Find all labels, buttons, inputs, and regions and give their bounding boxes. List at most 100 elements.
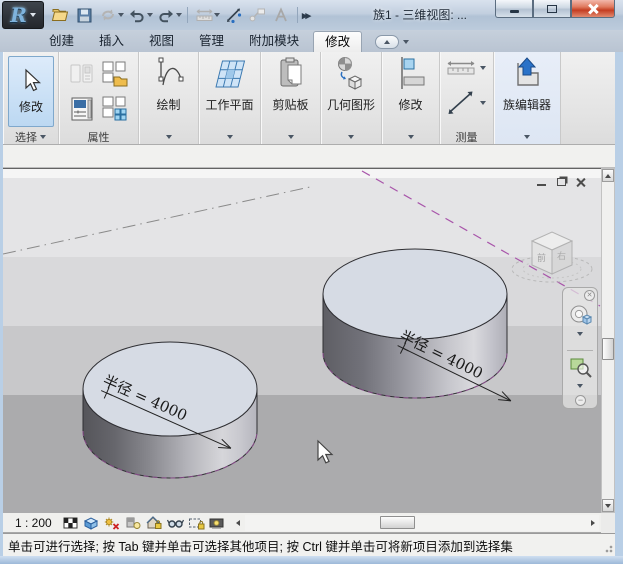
workplane-grid-icon xyxy=(211,55,249,93)
family-types-button[interactable] xyxy=(67,57,97,90)
save-button[interactable] xyxy=(72,5,96,25)
undo-dropdown-icon[interactable] xyxy=(147,13,153,17)
chevron-left-icon xyxy=(236,520,240,526)
horizontal-scroll-thumb[interactable] xyxy=(380,516,415,529)
chevron-down-icon xyxy=(524,135,530,139)
navbar-close-button[interactable]: ✕ xyxy=(584,290,595,301)
scroll-right-button[interactable] xyxy=(586,515,599,531)
modify-tool-label: 修改 xyxy=(19,98,43,115)
scroll-up-button[interactable] xyxy=(602,169,614,182)
modify-panel-expander[interactable] xyxy=(382,129,439,144)
vertical-scroll-thumb[interactable] xyxy=(602,338,614,360)
workplane-panel-expander[interactable] xyxy=(199,129,260,144)
visual-style-button[interactable] xyxy=(83,515,100,531)
clipboard-panel-expander[interactable] xyxy=(261,129,320,144)
tab-addins[interactable]: 附加模块 xyxy=(238,31,310,52)
draw-panel-expander[interactable] xyxy=(139,129,198,144)
restore-icon xyxy=(557,178,566,186)
drawing-area[interactable]: 前 右 半径 = 4000 xyxy=(3,168,601,513)
properties-panel-label[interactable]: 属性 xyxy=(59,129,138,144)
ribbon-collapse-control xyxy=(375,31,409,52)
sun-path-button[interactable] xyxy=(104,515,121,531)
family-editor-panel-expander[interactable] xyxy=(494,129,560,144)
application-menu-button[interactable]: R xyxy=(2,1,44,29)
modify-align-button[interactable]: 修改 xyxy=(382,55,439,113)
measure-tool[interactable] xyxy=(446,90,486,116)
resize-grip[interactable] xyxy=(601,541,613,553)
visual-style-icon xyxy=(83,516,99,530)
sync-button[interactable] xyxy=(96,5,120,25)
close-button[interactable] xyxy=(571,0,615,18)
chevron-down-icon xyxy=(40,135,46,139)
geometry-button[interactable]: 几何图形 xyxy=(321,55,381,113)
dimension-dropdown-icon[interactable] xyxy=(214,13,220,17)
viewcube[interactable]: 前 右 xyxy=(512,232,592,282)
geometry-panel: 几何图形 xyxy=(321,52,382,144)
crop-lock-icon xyxy=(188,516,205,530)
chevron-up-icon xyxy=(605,174,611,178)
reference-line-gray[interactable] xyxy=(3,187,310,254)
view-minimize-button[interactable] xyxy=(534,175,548,188)
minimize-button[interactable] xyxy=(495,0,533,18)
open-button[interactable] xyxy=(48,5,72,25)
text-button[interactable] xyxy=(269,5,293,25)
window-controls xyxy=(495,0,615,18)
undo-button[interactable] xyxy=(125,5,149,25)
maximize-button[interactable] xyxy=(533,0,571,18)
steering-wheel-button[interactable] xyxy=(568,304,594,333)
maximize-icon xyxy=(547,5,557,13)
tab-view[interactable]: 视图 xyxy=(138,31,185,52)
chevron-down-icon xyxy=(480,101,486,105)
viewcube-right-label[interactable]: 右 xyxy=(557,250,566,261)
window-title: 族1 - 三维视图: ... xyxy=(330,6,510,23)
workplane-button[interactable]: 工作平面 xyxy=(199,55,260,113)
detail-level-button[interactable] xyxy=(62,515,79,531)
locked-3d-view-button[interactable] xyxy=(146,515,163,531)
zoom-dropdown-icon[interactable] xyxy=(577,384,583,388)
crop-region-button[interactable] xyxy=(188,515,205,531)
tab-insert[interactable]: 插入 xyxy=(88,31,135,52)
aligned-dimension-button[interactable] xyxy=(192,5,216,25)
aligned-dimension-tool[interactable] xyxy=(446,60,486,76)
redo-button[interactable] xyxy=(154,5,178,25)
qat-overflow-icon[interactable]: ▸▸ xyxy=(302,9,309,22)
type-properties-button[interactable] xyxy=(99,92,129,125)
family-category-button[interactable] xyxy=(99,57,129,90)
tab-manage[interactable]: 管理 xyxy=(188,31,235,52)
navbar-collapse-button[interactable]: − xyxy=(575,395,586,406)
wheel-dropdown-icon[interactable] xyxy=(577,332,583,336)
scroll-left-button[interactable] xyxy=(232,515,245,531)
horizontal-scrollbar[interactable] xyxy=(245,515,599,531)
modify-panel: 修改 xyxy=(382,52,440,144)
view-scale[interactable]: 1 : 200 xyxy=(15,516,52,530)
redo-dropdown-icon[interactable] xyxy=(176,13,182,17)
clipboard-button[interactable]: 剪贴板 xyxy=(261,55,320,113)
sync-dropdown-icon[interactable] xyxy=(118,13,124,17)
draw-button[interactable]: 绘制 xyxy=(139,55,198,113)
properties-palette-button[interactable] xyxy=(67,92,97,125)
reveal-hidden-elements-button[interactable] xyxy=(209,515,226,531)
mouse-cursor xyxy=(318,441,332,463)
window-bottom-border xyxy=(0,556,623,564)
select-panel-label[interactable]: 选择 xyxy=(3,129,58,144)
revit-window: R xyxy=(0,0,623,564)
measure-button[interactable] xyxy=(221,5,245,25)
vertical-scrollbar[interactable] xyxy=(601,168,615,513)
modify-tool-button[interactable]: 修改 xyxy=(8,56,54,127)
tab-create[interactable]: 创建 xyxy=(38,31,85,52)
geometry-panel-expander[interactable] xyxy=(321,129,381,144)
shadows-button[interactable] xyxy=(125,515,142,531)
measure-panel-label[interactable]: 测量 xyxy=(440,129,493,144)
load-into-project-button[interactable]: 族编辑器 xyxy=(494,55,560,113)
temporary-hide-isolate-button[interactable] xyxy=(167,515,184,531)
view-close-button[interactable] xyxy=(574,175,588,188)
zoom-button[interactable] xyxy=(568,356,594,385)
ribbon-collapse-button[interactable] xyxy=(375,35,399,49)
chevron-down-icon xyxy=(227,135,233,139)
tag-button[interactable] xyxy=(245,5,269,25)
view-restore-button[interactable] xyxy=(554,175,568,188)
viewcube-front-label[interactable]: 前 xyxy=(537,252,546,263)
ribbon-collapse-dropdown-icon[interactable] xyxy=(403,40,409,44)
tab-modify[interactable]: 修改 xyxy=(313,31,362,52)
scroll-down-button[interactable] xyxy=(602,499,614,512)
